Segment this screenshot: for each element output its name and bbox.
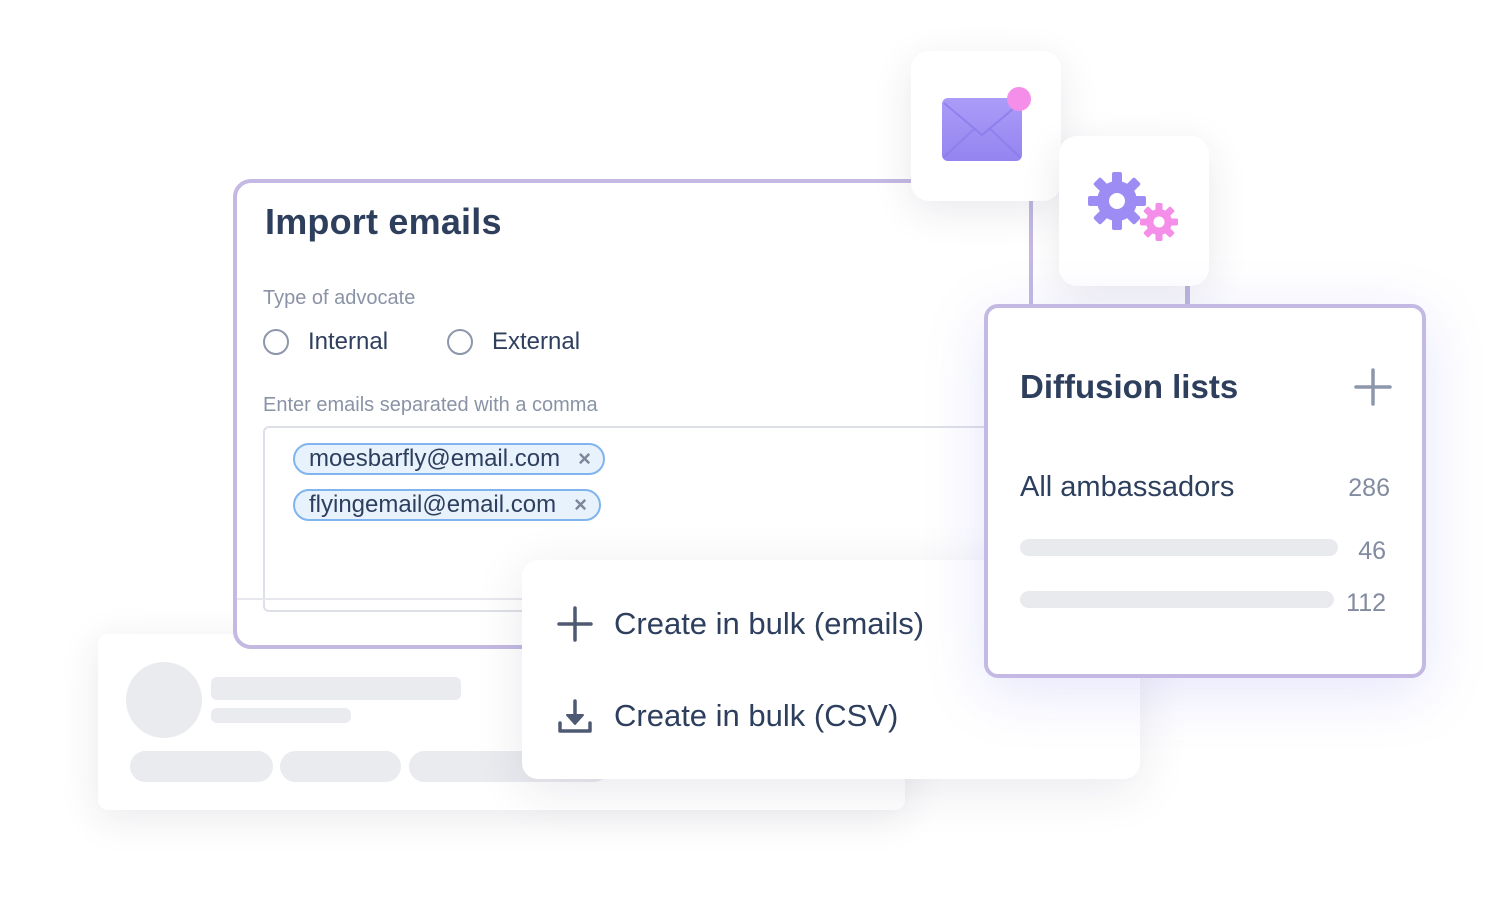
list-item-label[interactable]: All ambassadors xyxy=(1020,471,1234,504)
menu-item-create-bulk-csv[interactable]: Create in bulk (CSV) xyxy=(556,697,898,735)
list-item-count: 46 xyxy=(1358,537,1386,565)
skeleton-list-item xyxy=(1020,539,1338,556)
radio-label: External xyxy=(492,328,581,355)
email-chip-value: flyingemail@email.com xyxy=(309,491,557,518)
radio-circle[interactable] xyxy=(447,329,473,355)
diffusion-lists-card: Diffusion lists All ambassadors 286 46 1… xyxy=(984,304,1426,678)
page-title: Import emails xyxy=(265,201,502,242)
skeleton-pill xyxy=(130,751,273,782)
emails-field-label: Enter emails separated with a comma xyxy=(263,394,598,416)
list-item-count: 112 xyxy=(1346,589,1386,617)
skeleton-line xyxy=(211,677,461,700)
radio-external[interactable]: External xyxy=(447,328,580,356)
menu-item-label: Create in bulk (CSV) xyxy=(614,698,899,733)
gears-tile xyxy=(1059,136,1209,286)
skeleton-pill xyxy=(280,751,401,782)
email-chip: flyingemail@email.com × xyxy=(293,489,601,521)
remove-chip-icon[interactable]: × xyxy=(574,494,587,516)
connector-line xyxy=(1185,286,1190,306)
diffusion-lists-title: Diffusion lists xyxy=(1020,368,1239,405)
remove-chip-icon[interactable]: × xyxy=(578,448,591,470)
menu-item-create-bulk-emails[interactable]: Create in bulk (emails) xyxy=(556,605,924,643)
radio-internal[interactable]: Internal xyxy=(263,328,388,356)
download-icon xyxy=(558,699,592,733)
plus-icon xyxy=(557,606,593,642)
menu-item-label: Create in bulk (emails) xyxy=(614,606,925,641)
radio-label: Internal xyxy=(308,328,389,355)
advocate-type-label: Type of advocate xyxy=(263,287,416,309)
skeleton-avatar xyxy=(126,662,202,738)
skeleton-line xyxy=(211,708,351,723)
email-chip: moesbarfly@email.com × xyxy=(293,443,605,475)
email-chip-value: moesbarfly@email.com xyxy=(309,445,561,472)
add-list-plus-icon[interactable] xyxy=(1354,368,1392,406)
list-item-count: 286 xyxy=(1348,474,1390,502)
envelope-notification-icon xyxy=(942,87,1031,161)
skeleton-list-item xyxy=(1020,591,1334,608)
gears-icon xyxy=(1088,172,1178,241)
radio-circle[interactable] xyxy=(263,329,289,355)
mail-tile xyxy=(911,51,1061,201)
